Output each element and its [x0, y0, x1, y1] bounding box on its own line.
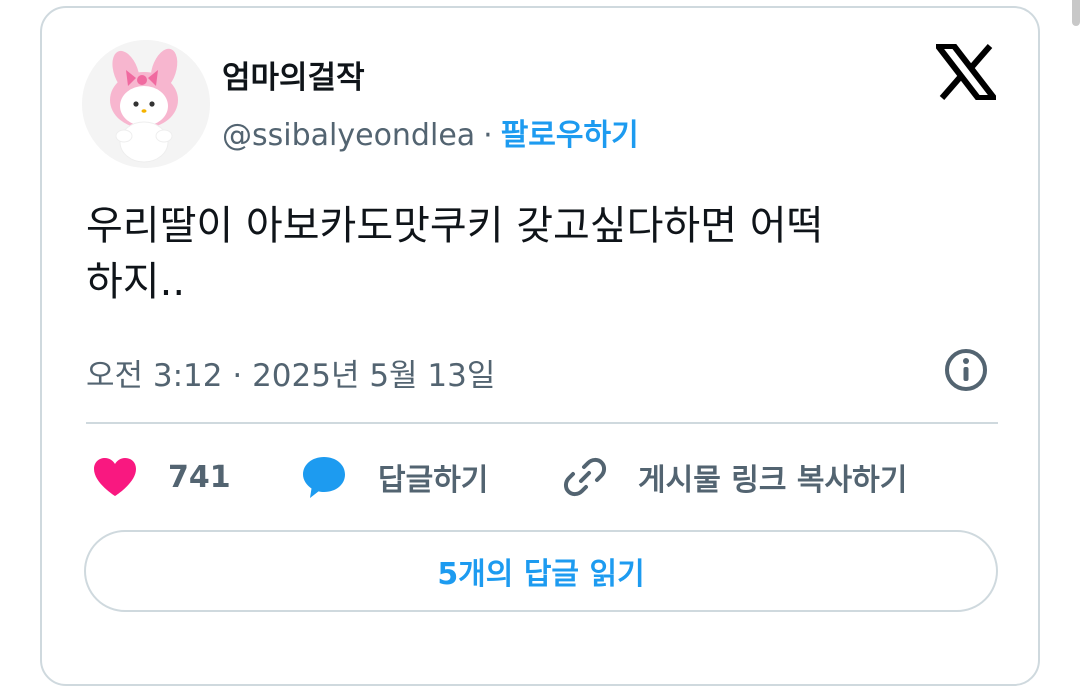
- reply-bubble-icon: [303, 457, 345, 498]
- heart-icon: [94, 458, 136, 496]
- x-logo-icon[interactable]: [931, 43, 1001, 101]
- copy-link-button[interactable]: 게시물 링크 복사하기: [562, 452, 907, 502]
- separator-dot: ·: [483, 118, 493, 153]
- copy-link-label: 게시물 링크 복사하기: [638, 463, 908, 498]
- scrollbar-thumb[interactable]: [1072, 0, 1080, 26]
- reply-label: 답글하기: [378, 463, 489, 498]
- author-display-name[interactable]: 엄마의걸작: [222, 52, 365, 97]
- pink-rabbit-plush-avatar-icon: [82, 40, 210, 168]
- like-button[interactable]: 741: [92, 452, 231, 502]
- read-replies-button[interactable]: 5개의 답글 읽기: [84, 530, 998, 612]
- reply-button[interactable]: 답글하기: [300, 452, 488, 502]
- author-handle[interactable]: @ssibalyeondlea: [222, 118, 475, 153]
- divider: [86, 422, 998, 424]
- follow-button[interactable]: 팔로우하기: [501, 118, 639, 153]
- avatar[interactable]: [82, 40, 210, 168]
- info-icon[interactable]: [942, 346, 990, 394]
- tweet-text: 우리딸이 아보카도맛쿠키 갖고싶다하면 어떡 하지..: [86, 203, 824, 305]
- tweet-timestamp[interactable]: 오전 3:12 · 2025년 5월 13일: [86, 350, 495, 395]
- like-count: 741: [168, 459, 231, 495]
- link-icon: [563, 457, 607, 497]
- author-handle-row: @ssibalyeondlea · 팔로우하기: [222, 110, 639, 154]
